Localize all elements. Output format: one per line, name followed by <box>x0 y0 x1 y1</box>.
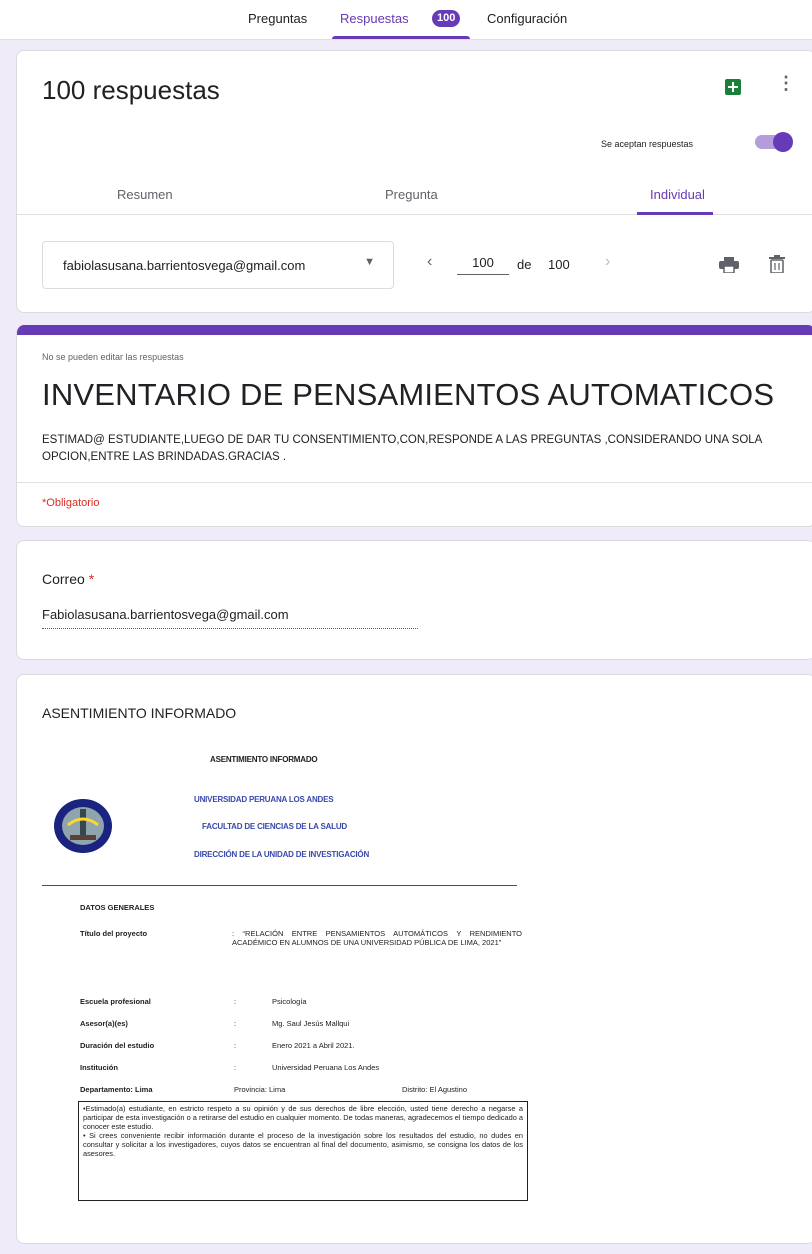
doc-divider <box>42 885 517 886</box>
doc-school-label: Escuela profesional <box>80 997 151 1006</box>
doc-province: Provincia: Lima <box>234 1085 286 1094</box>
doc-project-value: : “RELACIÓN ENTRE PENSAMIENTOS AUTOMÁTIC… <box>232 929 522 947</box>
consent-section-title: ASENTIMIENTO INFORMADO <box>42 705 237 721</box>
doc-notice-p2: • Si crees conveniente recibir informaci… <box>83 1131 523 1158</box>
doc-faculty: FACULTAD DE CIENCIAS DE LA SALUD <box>202 822 348 831</box>
doc-notice-box: •Estimado(a) estudiante, en estricto res… <box>78 1101 528 1201</box>
active-subtab-indicator <box>637 212 713 215</box>
doc-general-data: DATOS GENERALES <box>80 903 155 912</box>
doc-project-label: Título del proyecto <box>80 929 148 938</box>
page-of-label: de <box>517 257 532 272</box>
email-answer: Fabiolasusana.barrientosvega@gmail.com <box>42 607 418 629</box>
doc-department: Departamento: Lima <box>80 1085 153 1094</box>
doc-school-value: Psicología <box>272 997 307 1006</box>
toggle-knob <box>773 132 793 152</box>
tab-individual[interactable]: Individual <box>650 187 705 202</box>
doc-colon: : <box>234 997 237 1006</box>
doc-advisor-value: Mg. Saul Jesús Mallqui <box>272 1019 350 1028</box>
respondent-email-dropdown[interactable]: fabiolasusana.barrientosvega@gmail.com ▼ <box>42 241 394 289</box>
next-response-icon[interactable]: › <box>605 253 610 271</box>
form-header-card: No se pueden editar las respuestas INVEN… <box>16 325 812 527</box>
chevron-down-icon: ▼ <box>364 256 375 268</box>
accepting-responses-toggle[interactable] <box>755 132 793 152</box>
form-accent-bar <box>17 325 812 335</box>
doc-colon: : <box>234 1019 237 1028</box>
consent-document-image: ASENTIMIENTO INFORMADO UNIVERSIDAD PERUA… <box>42 743 528 1213</box>
doc-duration-label: Duración del estudio <box>80 1041 155 1050</box>
doc-district: Distrito: El Agustino <box>402 1085 468 1094</box>
doc-notice-p1: •Estimado(a) estudiante, en estricto res… <box>83 1104 523 1131</box>
doc-heading: ASENTIMIENTO INFORMADO <box>210 755 318 764</box>
doc-colon: : <box>234 1063 237 1072</box>
tab-respuestas[interactable]: Respuestas <box>340 11 409 26</box>
doc-direction: DIRECCIÓN DE LA UNIDAD DE INVESTIGACIÓN <box>194 850 370 859</box>
form-description: ESTIMAD@ ESTUDIANTE,LUEGO DE DAR TU CONS… <box>42 434 762 463</box>
previous-response-icon[interactable]: ‹ <box>427 253 432 271</box>
doc-duration-value: Enero 2021 a Abril 2021. <box>272 1041 355 1050</box>
tab-preguntas[interactable]: Preguntas <box>248 11 307 26</box>
accepting-responses-label: Se aceptan respuestas <box>601 139 694 149</box>
responses-card: 100 respuestas ⋮ Se aceptan respuestas R… <box>16 50 812 313</box>
university-logo-icon <box>54 799 112 853</box>
tab-pregunta[interactable]: Pregunta <box>385 187 438 202</box>
responses-count-badge: 100 <box>432 10 461 27</box>
tab-configuracion[interactable]: Configuración <box>487 11 567 26</box>
tab-resumen[interactable]: Resumen <box>117 187 173 202</box>
selected-email: fabiolasusana.barrientosvega@gmail.com <box>63 258 306 273</box>
consent-card: ASENTIMIENTO INFORMADO ASENTIMIENTO INFO… <box>16 674 812 1244</box>
print-icon[interactable] <box>719 257 739 273</box>
response-index-input[interactable]: 100 <box>457 255 509 275</box>
form-title: INVENTARIO DE PENSAMIENTOS AUTOMATICOS <box>42 377 775 412</box>
email-question-card: Correo * Fabiolasusana.barrientosvega@gm… <box>16 540 812 660</box>
delete-icon[interactable] <box>769 255 785 273</box>
required-note: *Obligatorio <box>42 497 100 509</box>
no-edit-note: No se pueden editar las respuestas <box>42 352 184 362</box>
page-total: 100 <box>548 257 570 272</box>
doc-colon: : <box>234 1041 237 1050</box>
active-tab-indicator <box>332 36 470 39</box>
doc-university: UNIVERSIDAD PERUANA LOS ANDES <box>194 795 334 804</box>
required-star: * <box>88 571 95 587</box>
top-tab-bar: Preguntas Respuestas 100 Configuración <box>0 0 812 40</box>
responses-title: 100 respuestas <box>42 75 220 105</box>
header-divider <box>17 482 812 483</box>
doc-institution-label: Institución <box>80 1063 118 1072</box>
response-view-tabs: Resumen Pregunta Individual <box>17 173 812 215</box>
doc-institution-value: Universidad Peruana Los Andes <box>272 1063 380 1072</box>
doc-advisor-label: Asesor(a)(es) <box>80 1019 128 1028</box>
email-label-text: Correo <box>42 571 85 587</box>
email-question-label: Correo * <box>42 571 94 587</box>
more-vert-icon[interactable]: ⋮ <box>777 73 795 94</box>
sheets-icon[interactable] <box>725 79 741 95</box>
